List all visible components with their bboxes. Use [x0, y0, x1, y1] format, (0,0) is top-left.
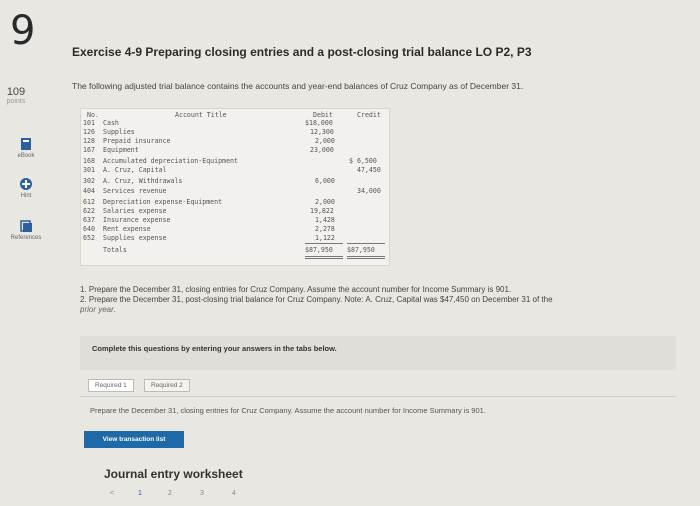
row-credit: 34,000	[357, 187, 381, 195]
row-debit: 2,278	[315, 225, 335, 233]
question-instructions: 1. Prepare the December 31, closing entr…	[80, 285, 680, 315]
totals-credit: $87,950	[347, 246, 375, 254]
row-title: Supplies expense	[103, 234, 167, 242]
references-label: References	[10, 235, 42, 241]
table-row: 612 Depreciation expense-Equipment 2,000	[81, 198, 389, 207]
complete-questions-box: Complete this questions by entering your…	[80, 336, 676, 370]
row-title: Cash	[103, 119, 119, 127]
row-debit: 1,122	[315, 234, 335, 242]
table-row: 167 Equipment 23,000	[81, 146, 389, 155]
table-row: 126 Supplies 12,300	[81, 128, 389, 137]
references-link[interactable]: References	[6, 219, 46, 241]
instruction-1: 1. Prepare the December 31, closing entr…	[80, 285, 512, 294]
row-no: 612	[83, 198, 95, 206]
book-icon	[21, 138, 31, 150]
row-no: 640	[83, 225, 95, 233]
intro-text: The following adjusted trial balance con…	[72, 81, 524, 91]
row-debit: 1,428	[315, 216, 335, 224]
totals-debit: $87,950	[305, 246, 333, 254]
table-row: 101 Cash $18,000	[81, 119, 389, 128]
exercise-title: Exercise 4-9 Preparing closing entries a…	[72, 45, 532, 59]
table-row: 640 Rent expense 2,278	[81, 225, 389, 234]
view-transaction-list-button[interactable]: View transaction list	[84, 431, 184, 448]
row-title: Supplies	[103, 128, 135, 136]
table-row: 168 Accumulated depreciation-Equipment $…	[81, 157, 389, 166]
row-title: A. Cruz, Withdrawals	[103, 177, 183, 185]
row-title: Services revenue	[103, 187, 167, 195]
row-debit: 12,300	[310, 128, 334, 136]
row-no: 622	[83, 207, 95, 215]
points-indicator: 109 points	[4, 86, 28, 105]
row-no: 101	[83, 119, 95, 127]
page-4[interactable]: 4	[232, 490, 236, 497]
total-double-rule-debit-2	[305, 258, 343, 259]
row-no: 302	[83, 177, 95, 185]
row-title: Salaries expense	[103, 207, 167, 215]
required-tabs: Required 1 Required 2	[80, 374, 676, 397]
prev-page-icon[interactable]: <	[110, 490, 114, 497]
row-no: 167	[83, 146, 95, 154]
row-no: 126	[83, 128, 95, 136]
row-no: 128	[83, 137, 95, 145]
subtotal-rule-credit	[347, 243, 385, 244]
complete-questions-text: Complete this questions by entering your…	[92, 344, 337, 353]
row-title: A. Cruz, Capital	[103, 166, 167, 174]
adjusted-trial-balance-table: No. Account Title Debit Credit 101 Cash …	[80, 108, 390, 266]
tab-required-2[interactable]: Required 2	[144, 379, 190, 392]
row-credit: $ 6,500	[349, 157, 377, 165]
table-row: 622 Salaries expense 19,822	[81, 207, 389, 216]
total-double-rule-credit-2	[347, 258, 385, 259]
hint-link[interactable]: Hint	[6, 177, 46, 199]
row-debit: 2,000	[315, 198, 335, 206]
points-label: points	[6, 98, 26, 105]
row-title: Depreciation expense-Equipment	[103, 198, 223, 206]
table-row: 128 Prepaid insurance 2,000	[81, 137, 389, 146]
row-title: Accumulated depreciation-Equipment	[103, 157, 238, 165]
row-no: 637	[83, 216, 95, 224]
table-row: 652 Supplies expense 1,122	[81, 234, 389, 243]
subtotal-rule-debit	[305, 243, 343, 244]
header-account-title: Account Title	[175, 111, 227, 119]
page-1[interactable]: 1	[138, 490, 142, 497]
references-icon	[20, 220, 32, 232]
total-double-rule-credit	[347, 256, 385, 257]
page-3[interactable]: 3	[200, 490, 204, 497]
header-no: No.	[87, 111, 99, 119]
row-debit: $18,000	[305, 119, 333, 127]
row-debit: 6,000	[315, 177, 335, 185]
header-credit: Credit	[357, 111, 381, 119]
table-row: 404 Services revenue 34,000	[81, 187, 389, 196]
totals-row: Totals $87,950 $87,950	[81, 246, 389, 255]
ebook-link[interactable]: eBook	[6, 137, 46, 159]
row-debit: 2,000	[315, 137, 335, 145]
row-debit: 19,822	[310, 207, 334, 215]
row-title: Prepaid insurance	[103, 137, 171, 145]
row-no: 301	[83, 166, 95, 174]
row-title: Equipment	[103, 146, 139, 154]
totals-label: Totals	[103, 246, 127, 254]
question-number: 9	[10, 8, 36, 54]
hint-icon	[20, 178, 32, 190]
row-no: 652	[83, 234, 95, 242]
instruction-2: 2. Prepare the December 31, post-closing…	[80, 295, 553, 304]
journal-entry-worksheet-title: Journal entry worksheet	[104, 467, 243, 481]
row-no: 404	[83, 187, 95, 195]
points-value: 109	[6, 86, 26, 98]
row-debit: 23,000	[310, 146, 334, 154]
page-2[interactable]: 2	[168, 490, 172, 497]
header-debit: Debit	[313, 111, 333, 119]
row-title: Rent expense	[103, 225, 151, 233]
row-title: Insurance expense	[103, 216, 171, 224]
tab-instruction: Prepare the December 31, closing entries…	[90, 406, 486, 415]
tab-required-1[interactable]: Required 1	[88, 379, 134, 392]
ebook-label: eBook	[17, 153, 35, 159]
row-credit: 47,450	[357, 166, 381, 174]
table-row: 302 A. Cruz, Withdrawals 6,000	[81, 177, 389, 186]
row-no: 168	[83, 157, 95, 165]
table-row: 637 Insurance expense 1,428	[81, 216, 389, 225]
hint-label: Hint	[20, 193, 32, 199]
instruction-2-continued: prior year.	[80, 305, 116, 314]
total-double-rule-debit	[305, 256, 343, 257]
table-row: 301 A. Cruz, Capital 47,450	[81, 166, 389, 175]
